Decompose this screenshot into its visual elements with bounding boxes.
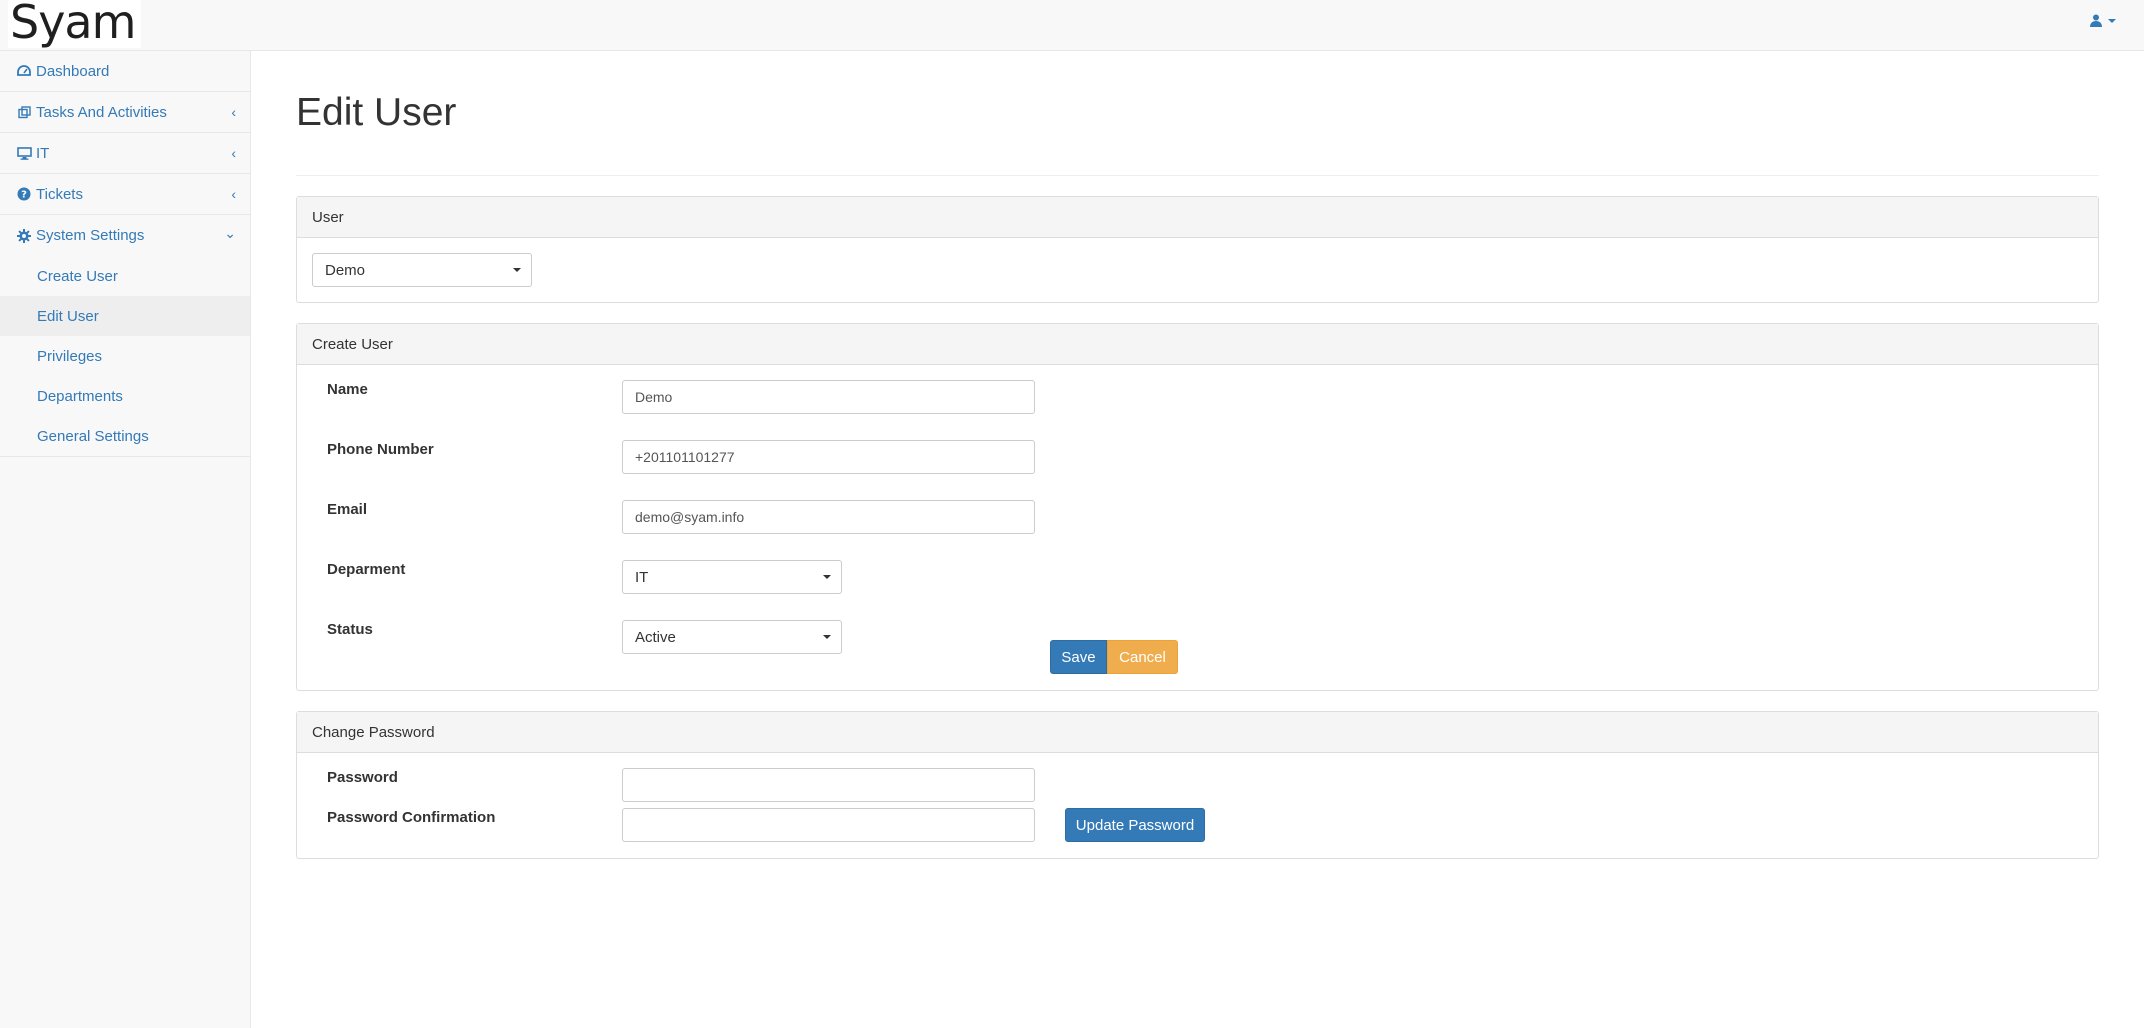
system-settings-submenu: Create User Edit User Privileges Departm… [0,256,250,457]
user-panel: User Demo [296,196,2099,303]
page-title: Edit User [296,87,2099,176]
password-confirmation-input[interactable] [622,808,1035,842]
sidebar-subitem-label: General Settings [37,427,149,445]
caret-down-icon [823,635,831,639]
question-circle-icon: ? [16,186,32,202]
status-label: Status [327,621,373,638]
sidebar-item-dashboard[interactable]: Dashboard [0,51,250,92]
sidebar-item-tasks-and-activities[interactable]: Tasks And Activities ‹ [0,92,250,133]
sidebar-subitem-label: Departments [37,387,123,405]
department-label: Deparment [327,561,406,578]
update-password-button[interactable]: Update Password [1065,808,1205,842]
email-input[interactable]: demo@syam.info [622,500,1035,534]
password-input[interactable] [622,768,1035,802]
save-button[interactable]: Save [1050,640,1107,674]
phone-number-input[interactable]: +201101101277 [622,440,1035,474]
status-select[interactable]: Active [622,620,842,654]
cancel-button[interactable]: Cancel [1107,640,1178,674]
logo[interactable]: Syam [8,0,141,90]
password-label: Password [327,769,398,786]
user-panel-heading: User [297,197,2098,238]
sidebar-subitem-label: Create User [37,267,118,285]
change-password-panel-heading: Change Password [297,712,2098,753]
desktop-icon [16,145,32,161]
caret-down-icon [823,575,831,579]
gear-icon [16,228,32,244]
caret-down-icon [2108,18,2116,23]
sidebar-item-label: Tasks And Activities [36,103,167,121]
user-menu-toggle[interactable] [2090,14,2116,27]
create-user-panel: Create User Name Demo Phone Number +2011… [296,323,2099,691]
sidebar-subitem-departments[interactable]: Departments [0,376,250,416]
sidebar-item-tickets[interactable]: ? Tickets ‹ [0,174,250,215]
user-select-value: Demo [325,261,366,279]
sidebar-item-it[interactable]: IT ‹ [0,133,250,174]
department-select-value: IT [635,568,649,586]
chevron-left-icon: ‹ [231,104,236,120]
department-select[interactable]: IT [622,560,842,594]
password-confirmation-label: Password Confirmation [327,809,496,826]
user-select[interactable]: Demo [312,253,532,287]
chevron-left-icon: ‹ [231,186,236,202]
status-select-value: Active [635,628,676,646]
chevron-left-icon: ‹ [231,145,236,161]
sidebar-subitem-privileges[interactable]: Privileges [0,336,250,376]
create-user-panel-heading: Create User [297,324,2098,365]
sidebar-item-system-settings[interactable]: System Settings ⌄ [0,215,250,256]
name-input[interactable]: Demo [622,380,1035,414]
user-icon [2090,14,2102,27]
main-content: Edit User User Demo Create User Name Dem… [296,51,2099,859]
clone-icon [16,104,32,120]
sidebar-subitem-edit-user[interactable]: Edit User [0,296,250,336]
top-navbar: Syam [0,0,2144,90]
sidebar-subitem-create-user[interactable]: Create User [0,256,250,296]
sidebar-subitem-label: Privileges [37,347,103,365]
sidebar-subitem-general-settings[interactable]: General Settings [0,416,250,456]
sidebar-item-label: System Settings [36,227,145,244]
email-label: Email [327,501,368,518]
dashboard-icon [16,63,32,79]
sidebar-subitem-label: Edit User [37,307,99,325]
caret-down-icon [513,268,521,272]
phone-number-label: Phone Number [327,441,434,458]
name-label: Name [327,381,368,398]
sidebar: Dashboard Tasks And Activities ‹ IT ‹ ? … [0,51,251,1028]
sidebar-item-label: Dashboard [36,62,110,80]
sidebar-item-label: Tickets [36,185,83,203]
svg-text:?: ? [21,190,27,201]
change-password-panel: Change Password Password Password Confir… [296,711,2099,859]
sidebar-item-label: IT [36,144,50,162]
chevron-down-icon: ⌄ [224,225,236,241]
